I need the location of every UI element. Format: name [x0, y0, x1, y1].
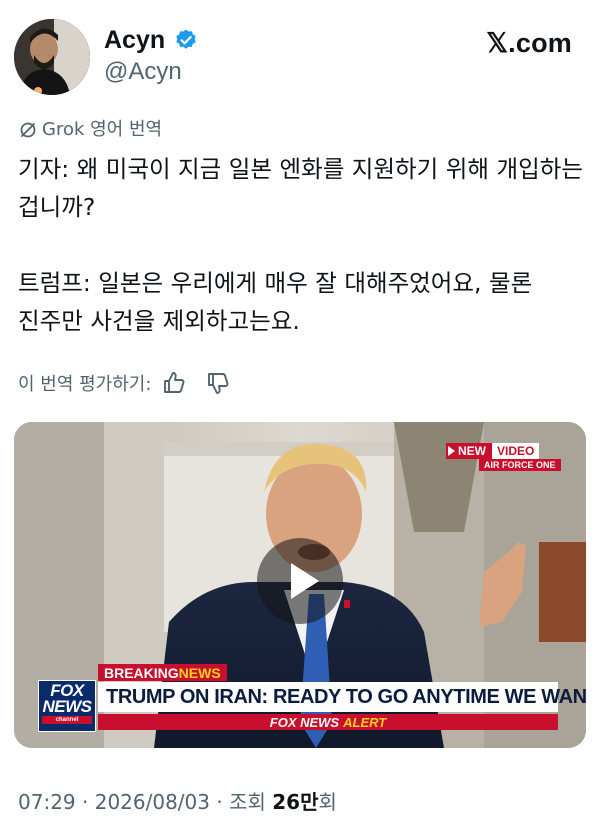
slashed-circle-icon — [20, 122, 36, 138]
fox-logo-word: FOX NEWS — [42, 681, 93, 716]
author-display-name[interactable]: Acyn — [104, 25, 165, 55]
video-player[interactable]: NEW VIDEO AIR FORCE ONE FOX NEWS channel… — [14, 422, 586, 748]
views-suffix: 회 — [318, 790, 337, 814]
fox-logo-sub: channel — [42, 716, 92, 724]
breaking-tag-a: BREAKING — [104, 664, 179, 681]
rate-translation: 이 번역 평가하기: — [18, 368, 231, 398]
play-icon — [291, 563, 319, 599]
fox-news-logo: FOX NEWS channel — [38, 680, 96, 732]
tweet-text: 기자: 왜 미국이 지금 일본 엔화를 지원하기 위해 개입하는 겁니까? 트럼… — [18, 155, 583, 335]
translation-label: Grok 영어 번역 — [18, 118, 162, 142]
thumbs-up-icon[interactable] — [161, 370, 187, 396]
views-count: 26만 — [272, 790, 319, 814]
translation-label-text: Grok 영어 번역 — [42, 119, 163, 140]
meta-separator: · — [210, 790, 230, 814]
play-button[interactable] — [257, 538, 343, 624]
views-label: 조회 — [229, 790, 273, 814]
badge-air-force-one: AIR FORCE ONE — [479, 459, 561, 471]
rate-translation-label: 이 번역 평가하기: — [18, 374, 152, 395]
avatar[interactable] — [14, 19, 90, 95]
tweet-meta: 07:29 · 2026/08/03 · 조회 26만회 — [18, 787, 337, 817]
breaking-tag-b: NEWS — [178, 664, 221, 681]
breaking-news-tag: BREAKING NEWS — [98, 664, 227, 681]
x-logo[interactable]: 𝕏.com — [486, 28, 572, 59]
thumbs-down-icon[interactable] — [205, 370, 231, 396]
news-lower-third: FOX NEWS channel BREAKING NEWS TRUMP ON … — [38, 664, 586, 734]
badge-new: NEW — [446, 443, 492, 459]
fox-news-alert-bar: FOX NEWS ALERT — [98, 714, 558, 730]
author-handle[interactable]: @Acyn — [104, 57, 198, 87]
badge-video: VIDEO — [492, 443, 540, 459]
author-names: Acyn @Acyn — [104, 25, 198, 87]
tweet-time[interactable]: 07:29 — [18, 790, 76, 814]
alert-bar-b: ALERT — [343, 714, 387, 730]
tweet-header: Acyn @Acyn 𝕏.com — [14, 19, 586, 95]
meta-separator: · — [75, 790, 95, 814]
new-video-badge: NEW VIDEO — [446, 443, 540, 459]
tweet-date[interactable]: 2026/08/03 — [95, 790, 210, 814]
alert-bar-a: FOX NEWS — [269, 714, 340, 730]
verified-badge-icon — [176, 29, 196, 49]
news-headline: TRUMP ON IRAN: READY TO GO ANYTIME WE WA… — [98, 682, 586, 712]
